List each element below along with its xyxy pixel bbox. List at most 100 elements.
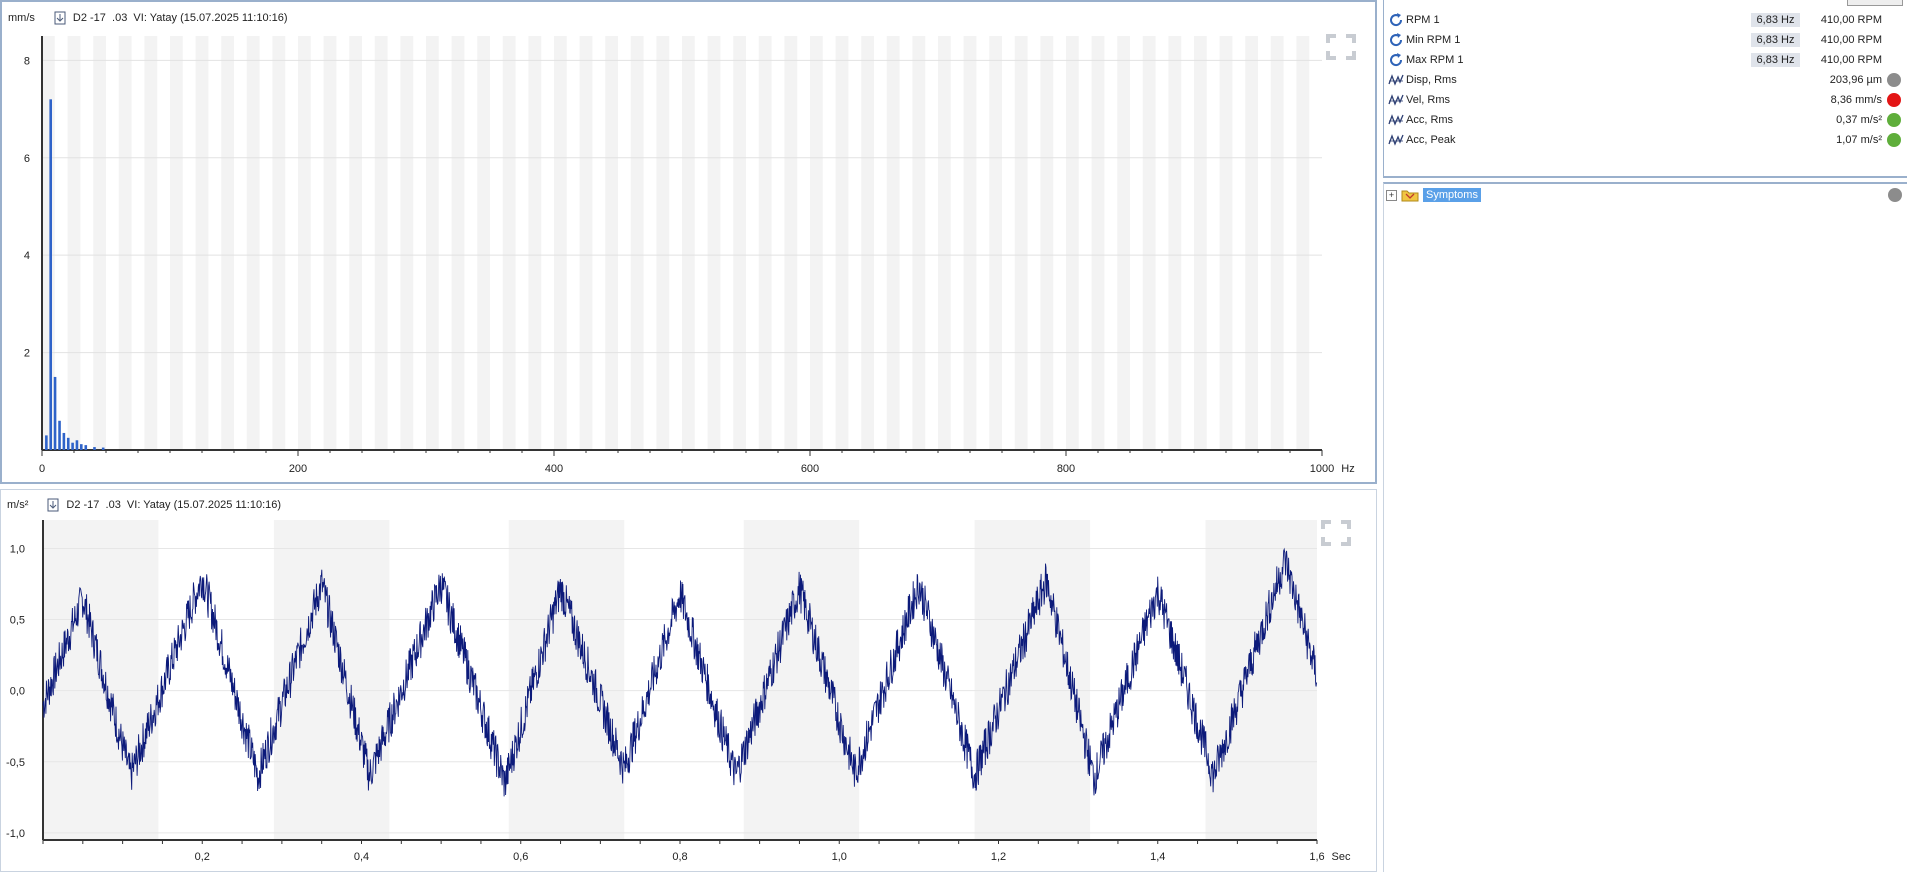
y-tick-label: -1,0	[6, 828, 25, 840]
spectrum-bar	[53, 376, 57, 450]
folder-icon	[1401, 190, 1419, 202]
measurement-label: Vel, Rms	[1406, 94, 1451, 106]
measurement-label: Min RPM 1	[1406, 34, 1461, 46]
grid-band	[733, 36, 746, 450]
grid-band	[508, 520, 625, 840]
grid-band	[886, 36, 900, 450]
grid-band	[1040, 36, 1054, 450]
spectrum-bar	[62, 432, 66, 450]
grid-band	[989, 36, 1002, 450]
status-dot	[1887, 133, 1901, 147]
x-tick-label: 1,0	[832, 851, 847, 863]
x-tick-label: 1,6	[1309, 851, 1324, 863]
grid-band	[170, 36, 183, 450]
grid-band	[1270, 36, 1284, 450]
measurement-label: Disp, Rms	[1406, 74, 1457, 86]
grid-band	[298, 36, 311, 450]
grid-band	[1296, 36, 1310, 450]
grid-band	[502, 36, 516, 450]
grid-band	[477, 36, 490, 450]
grid-band	[707, 36, 721, 450]
grid-band	[1219, 36, 1233, 450]
fullscreen-icon[interactable]	[1326, 34, 1356, 60]
grid-band	[784, 36, 798, 450]
spectrum-bar	[84, 445, 88, 450]
grid-band	[758, 36, 772, 450]
grid-band	[400, 36, 414, 450]
measurement-label: Max RPM 1	[1406, 54, 1464, 66]
spectrum-bar	[101, 447, 105, 450]
grid-band	[605, 36, 618, 450]
x-tick-label: 200	[289, 463, 307, 475]
x-unit-label: Hz	[1341, 463, 1354, 475]
grid-band	[1205, 520, 1317, 840]
grid-band	[810, 36, 823, 450]
y-tick-label: 4	[24, 250, 30, 262]
panel-menu-button[interactable]	[1847, 0, 1903, 6]
grid-band	[554, 36, 567, 450]
grid-band	[43, 520, 159, 840]
measurement-row[interactable]: RPM 1 6,83 Hz 410,00 RPM	[1388, 11, 1904, 29]
expand-icon[interactable]: +	[1386, 189, 1397, 201]
grid-band	[67, 36, 81, 450]
measurement-value: 1,07 m/s²	[1836, 134, 1882, 146]
spectrum-bar	[93, 447, 96, 450]
y-tick-label: 6	[24, 153, 30, 165]
rpm-icon	[1390, 33, 1403, 47]
grid-band	[451, 36, 465, 450]
symptoms-label[interactable]: Symptoms	[1423, 188, 1481, 202]
y-tick-label: 2	[24, 348, 30, 360]
frequency-value: 6,83 Hz	[1751, 13, 1800, 27]
rpm-icon	[1390, 53, 1403, 67]
grid-band	[528, 36, 542, 450]
y-tick-label: -0,5	[6, 757, 25, 769]
status-dot	[1887, 113, 1901, 127]
measurement-row[interactable]: Min RPM 1 6,83 Hz 410,00 RPM	[1388, 31, 1904, 49]
grid-band	[323, 36, 337, 450]
grid-band	[1142, 36, 1156, 450]
x-tick-label: 600	[801, 463, 819, 475]
status-dot	[1887, 73, 1901, 87]
y-tick-label: 0,5	[10, 615, 25, 627]
spectrum-chart[interactable]: 2 4 6 8 0 200 400 600 800 1000 Hz	[2, 2, 1375, 482]
y-tick-label: 0,0	[10, 686, 25, 698]
spectrum-bar	[58, 420, 61, 450]
grid-band	[349, 36, 362, 450]
grid-band	[835, 36, 849, 450]
symptoms-tree-item[interactable]: + Symptoms	[1386, 187, 1906, 203]
x-tick-label: 0,2	[195, 851, 210, 863]
grid-band	[426, 36, 439, 450]
grid-band	[682, 36, 695, 450]
x-tick-label: 1,2	[991, 851, 1006, 863]
waveform-icon	[1388, 74, 1404, 86]
status-dot	[1888, 188, 1902, 202]
x-unit-label: Sec	[1332, 851, 1351, 863]
rpm-icon	[1390, 13, 1403, 27]
grid-band	[743, 520, 860, 840]
waveform-chart[interactable]: -1,0 -0,5 0,0 0,5 1,0 0,2 0,4 0,6 0,8 1,0 1,2 1,4 1,…	[1, 490, 1376, 871]
grid-band	[1117, 36, 1130, 450]
measurement-value: 410,00 RPM	[1820, 14, 1882, 26]
grid-band	[221, 36, 234, 450]
x-tick-label: 0,4	[354, 851, 369, 863]
spectrum-panel: mm/s D2 -17 .03 VI: Yatay (15.07.2025 11…	[0, 0, 1377, 484]
measurement-row[interactable]: Acc, Peak 1,07 m/s²	[1388, 131, 1904, 149]
x-tick-label: 1,4	[1150, 851, 1165, 863]
measurement-row[interactable]: Acc, Rms 0,37 m/s²	[1388, 111, 1904, 129]
measurement-label: RPM 1	[1406, 14, 1440, 26]
measurement-row[interactable]: Max RPM 1 6,83 Hz 410,00 RPM	[1388, 51, 1904, 69]
grid-band	[374, 36, 388, 450]
measurement-label: Acc, Peak	[1406, 134, 1456, 146]
fullscreen-icon[interactable]	[1321, 520, 1351, 546]
grid-band	[656, 36, 670, 450]
symptoms-panel	[1383, 182, 1907, 872]
measurement-row[interactable]: Disp, Rms 203,96 µm	[1388, 71, 1904, 89]
waveform-series-line	[42, 547, 1318, 797]
frequency-value: 6,83 Hz	[1751, 33, 1800, 47]
y-tick-label: 1,0	[10, 543, 25, 555]
grid-band	[912, 36, 926, 450]
grid-band	[1066, 36, 1079, 450]
measurement-row[interactable]: Vel, Rms 8,36 mm/s	[1388, 91, 1904, 109]
waveform-icon	[1388, 134, 1404, 146]
measurement-value: 8,36 mm/s	[1830, 94, 1882, 106]
